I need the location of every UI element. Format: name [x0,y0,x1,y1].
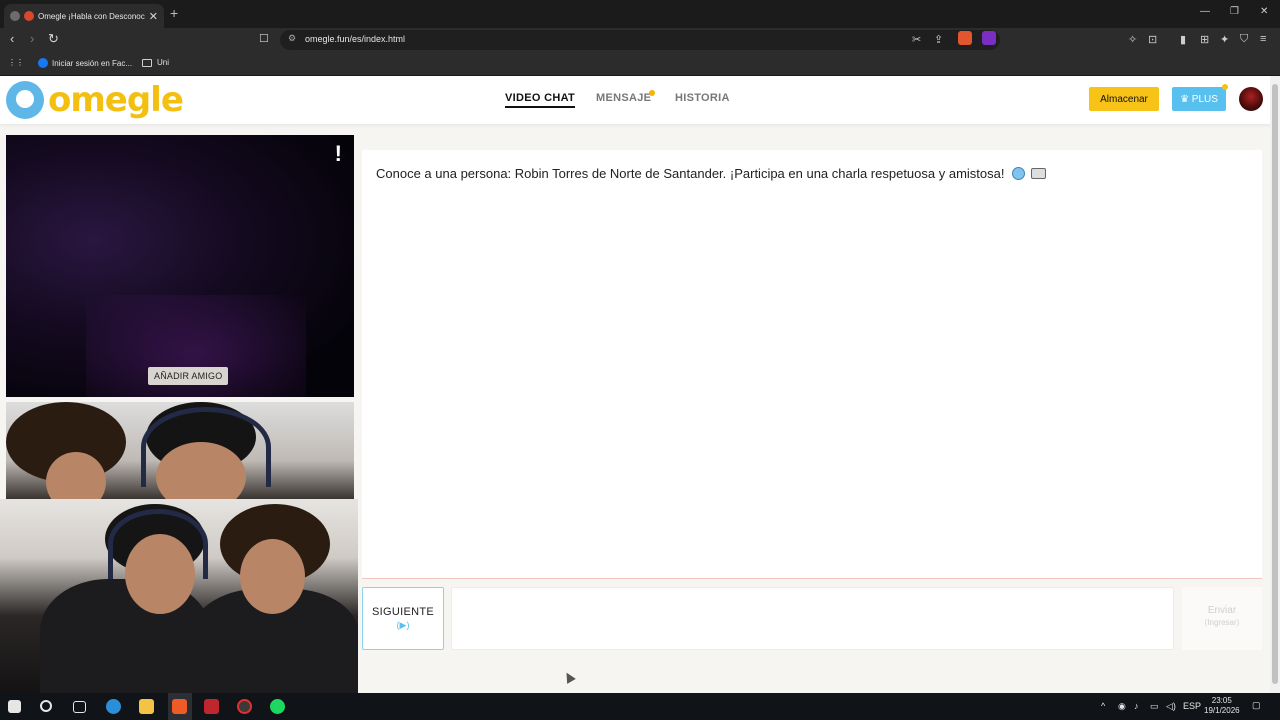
site-info-icon[interactable]: ⚙ [288,33,296,44]
logo-text: omegle [48,80,184,120]
obs-icon[interactable] [237,699,252,714]
task-view-icon[interactable] [73,701,86,713]
omegle-page: omegle VIDEO CHAT MENSAJE HISTORIA Almac… [0,76,1270,694]
chat-intro-text: Conoce a una persona: Robin Torres de No… [376,166,1005,181]
facebook-icon [38,58,48,68]
next-button-label: SIGUIENTE [372,606,434,618]
notification-dot [649,90,655,96]
nav-historia[interactable]: HISTORIA [675,92,730,104]
next-button-hint: (▶) [396,620,410,630]
new-tab-button[interactable]: + [170,5,178,21]
chat-log: Conoce a una persona: Robin Torres de No… [362,150,1262,579]
browser-navbar: ‹ › ↻ ☐ ⚙ omegle.fun/es/index.html ✂ ⇪ ✧… [0,28,1280,52]
nav-video-chat[interactable]: VIDEO CHAT [505,92,576,108]
scrollbar-thumb[interactable] [1272,84,1278,684]
address-bar[interactable]: ⚙ omegle.fun/es/index.html ✂ ⇪ [280,30,1000,50]
bookmark-folder-uni[interactable]: Uni [142,58,169,67]
flag-icon [1030,168,1046,179]
add-friend-button[interactable]: AÑADIR AMIGO [148,367,229,385]
send-button-hint: (Ingresar) [1204,618,1240,627]
restore-icon[interactable]: ❐ [1230,6,1239,17]
site-header: omegle VIDEO CHAT MENSAJE HISTORIA Almac… [0,76,1270,124]
folder-icon [142,58,152,67]
windows-taskbar [0,693,1280,720]
person-face [240,539,305,614]
url-text: omegle.fun/es/index.html [305,34,406,44]
next-button[interactable]: SIGUIENTE (▶) [362,587,444,650]
bookmark-facebook[interactable]: Iniciar sesión en Fac... [38,58,132,68]
forward-icon[interactable]: › [30,32,34,46]
browser-tab[interactable]: Omegle ¡Habla con Desconocidos! ✕ [4,4,164,28]
reload-icon[interactable]: ↻ [48,32,59,46]
mouse-cursor-icon [562,670,576,684]
browser-tab-favicon-icon [10,11,20,21]
user-avatar[interactable] [1239,87,1263,111]
send-button-label: Enviar [1207,605,1237,616]
page-scrollbar[interactable] [1270,76,1280,693]
edge-icon[interactable] [106,699,121,714]
volume-icon[interactable]: ◁) [1166,701,1176,712]
brave-icon[interactable] [172,699,187,714]
microphone-icon[interactable]: ♪ [1134,701,1139,711]
extensions-icon[interactable]: ✧ [1128,33,1137,46]
headset-graphic [108,509,208,579]
message-input[interactable] [451,587,1174,650]
tab-search-icon[interactable]: ⊞ [1200,33,1209,46]
brave-rewards-icon[interactable] [982,31,996,45]
report-button[interactable]: ! [335,141,342,167]
tray-chevron-icon[interactable]: ^ [1101,701,1105,711]
file-explorer-icon[interactable] [139,699,154,714]
headset-graphic [141,407,271,487]
stranger-video: ! AÑADIR AMIGO [6,135,354,397]
bookmark-page-icon[interactable]: ☐ [259,32,269,46]
logo-mark-icon [6,81,44,119]
brave-shields-icon[interactable] [958,31,972,45]
media-app-icon[interactable] [204,699,219,714]
tab-title: Omegle ¡Habla con Desconocidos! [38,11,145,21]
omegle-logo[interactable]: omegle [6,80,184,120]
bookmarks-bar: ⋮⋮ Iniciar sesión en Fac... Uni [0,52,1280,76]
menu-icon[interactable]: ≡ [1260,33,1266,45]
bookmark-label: Uni [157,58,170,67]
language-indicator[interactable]: ESP [1183,701,1201,711]
chat-intro-message: Conoce a una persona: Robin Torres de No… [376,166,1046,181]
globe-icon [1012,167,1026,180]
window-close-icon[interactable]: ✕ [1260,6,1268,17]
sidebar-icon[interactable]: ▮ [1180,33,1186,46]
spotify-icon[interactable] [270,699,285,714]
clock-time: 23:05 [1211,696,1232,705]
windows-start-icon[interactable] [8,700,21,713]
streamer-webcam-overlay [0,499,358,694]
store-button[interactable]: Almacenar [1089,87,1159,111]
clock[interactable]: 23:05 19/1/2026 [1204,696,1240,716]
tray-app-icon[interactable]: ◉ [1118,701,1126,712]
wallet-icon[interactable]: ⊡ [1148,33,1157,46]
browser-tabbar: Omegle ¡Habla con Desconocidos! ✕ + — ❐ … [0,0,1280,28]
tab-close-icon[interactable]: ✕ [149,10,158,23]
bookmark-label: Iniciar sesión en Fac... [52,58,133,68]
send-button[interactable]: Enviar (Ingresar) [1182,587,1262,650]
minimize-icon[interactable]: — [1200,6,1210,17]
notifications-icon[interactable]: ▢ [1252,700,1261,711]
share-icon[interactable]: ⇪ [934,33,943,46]
clock-date: 19/1/2026 [1204,706,1240,715]
back-icon[interactable]: ‹ [10,32,14,46]
translate-icon[interactable]: ✂ [912,33,921,46]
plus-button[interactable]: ♛ PLUS [1172,87,1226,111]
apps-grid-icon[interactable]: ⋮⋮ [8,58,24,67]
leo-ai-icon[interactable]: ✦ [1220,33,1229,46]
plus-notification-dot [1222,84,1228,90]
recording-icon [24,11,34,21]
vpn-icon[interactable]: ⛉ [1240,33,1248,46]
network-icon[interactable]: ▭ [1150,701,1159,712]
self-video [6,402,354,499]
nav-mensaje[interactable]: MENSAJE [596,92,651,104]
search-icon[interactable] [40,700,52,712]
